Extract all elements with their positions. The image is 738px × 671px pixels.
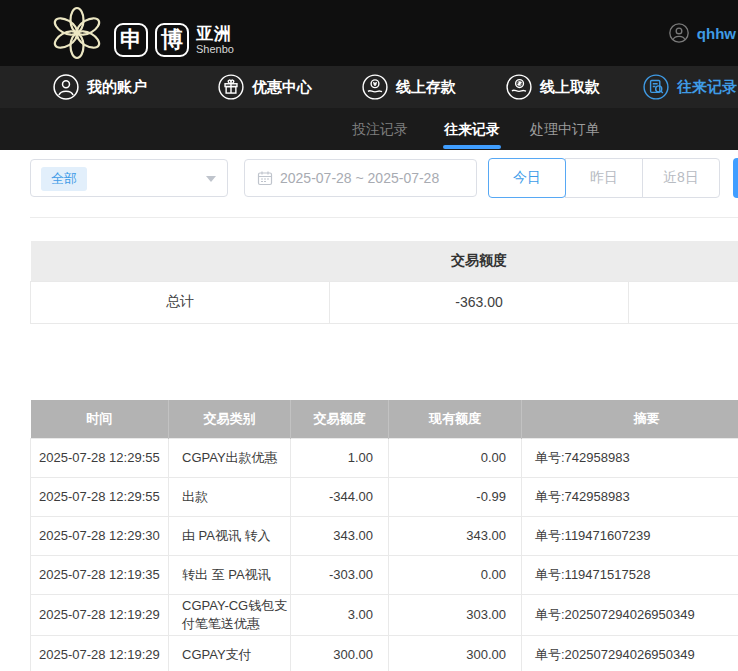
table-row: 2025-07-28 12:19:29 CGPAY-CG钱包支付笔笔送优惠 3.… — [31, 595, 738, 636]
table-row: 2025-07-28 12:29:55 CGPAY出款优惠 1.00 0.00 … — [31, 439, 738, 478]
main-nav: 我的账户 优惠中心 线上存款 — [0, 66, 738, 108]
flower-logo-icon — [50, 3, 104, 63]
tab-bet-records[interactable]: 投注记录 — [352, 108, 408, 150]
table-row: 2025-07-28 12:19:29 CGPAY支付 300.00 300.0… — [31, 636, 738, 671]
nav-item-deposit[interactable]: 线上存款 — [362, 66, 456, 108]
account-icon — [53, 74, 79, 100]
query-button[interactable] — [733, 158, 738, 198]
user-info[interactable]: qhhw — [669, 0, 736, 66]
gift-icon — [218, 74, 244, 100]
username[interactable]: qhhw — [697, 25, 736, 42]
category-select[interactable]: 全部 — [30, 159, 228, 197]
summary-col-amount: 交易额度 — [330, 241, 629, 281]
records-icon — [643, 74, 669, 100]
chevron-down-icon — [206, 176, 216, 182]
date-range-value: 2025-07-28 ~ 2025-07-28 — [280, 170, 439, 186]
logo-char-shen: 申 — [114, 23, 148, 57]
last8days-button[interactable]: 近8日 — [642, 158, 720, 198]
deposit-icon — [362, 74, 388, 100]
nav-item-my-account[interactable]: 我的账户 — [53, 66, 147, 108]
logo-region: 亚洲 — [196, 25, 234, 43]
category-tag[interactable]: 全部 — [41, 167, 87, 191]
table-row: 2025-07-28 12:29:55 出款 -344.00 -0.99 单号:… — [31, 478, 738, 517]
calendar-icon — [257, 170, 273, 186]
date-range-input[interactable]: 2025-07-28 ~ 2025-07-28 — [244, 159, 477, 197]
table-row: 2025-07-28 12:29:30 由 PA视讯 转入 343.00 343… — [31, 517, 738, 556]
summary-total-value: -363.00 — [330, 281, 629, 323]
summary-header-row: 交易额度 — [31, 241, 738, 281]
today-button[interactable]: 今日 — [488, 158, 566, 198]
transactions-header-row: 时间 交易类别 交易额度 现有额度 摘要 — [31, 400, 738, 439]
brand-logo[interactable]: 申 博 亚洲 Shenbo — [50, 3, 234, 63]
quick-date-group: 今日 昨日 近8日 — [488, 158, 720, 198]
summary-table: 交易额度 总计 -363.00 — [30, 241, 738, 324]
summary-total-label: 总计 — [31, 281, 330, 323]
yesterday-button[interactable]: 昨日 — [565, 158, 643, 198]
nav-item-records[interactable]: 往来记录 — [643, 66, 737, 108]
nav-item-promotions[interactable]: 优惠中心 — [218, 66, 312, 108]
logo-char-bo: 博 — [155, 23, 189, 57]
table-row: 2025-07-28 12:19:35 转出 至 PA视讯 -303.00 0.… — [31, 556, 738, 595]
withdraw-icon — [506, 74, 532, 100]
tab-pending-orders[interactable]: 处理中订单 — [530, 108, 600, 150]
page: 申 博 亚洲 Shenbo qhhw — [0, 0, 738, 671]
transactions-table: 时间 交易类别 交易额度 现有额度 摘要 2025-07-28 12:29:55… — [30, 400, 738, 671]
summary-total-row: 总计 -363.00 — [31, 281, 738, 323]
sub-nav: 投注记录 往来记录 处理中订单 — [0, 108, 738, 150]
user-avatar-icon — [669, 23, 689, 43]
filter-bar: 全部 2025-07-28 ~ 2025-07-28 今日 昨日 近8日 — [0, 150, 738, 218]
top-bar: 申 博 亚洲 Shenbo qhhw — [0, 0, 738, 66]
tab-transaction-records[interactable]: 往来记录 — [444, 108, 500, 150]
nav-item-withdraw[interactable]: 线上取款 — [506, 66, 600, 108]
logo-subtext: Shenbo — [196, 43, 234, 55]
